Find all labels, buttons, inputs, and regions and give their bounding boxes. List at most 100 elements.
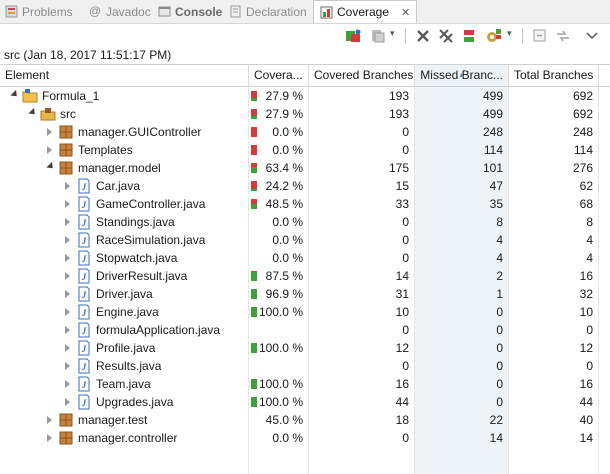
element-name: Driver.java [96, 287, 153, 301]
table-row[interactable]: J Car.java 24.2 % 15 47 62 [0, 177, 610, 195]
tab-declaration[interactable]: Declaration [229, 0, 307, 23]
chevron-down-icon[interactable]: ▾ [507, 28, 523, 44]
collapsed-twisty-icon[interactable] [65, 380, 70, 388]
total-branches: 12 [579, 341, 593, 355]
collapsed-twisty-icon[interactable] [65, 200, 70, 208]
table-row[interactable]: Formula_1 27.9 % 193 499 692 [0, 87, 610, 105]
collapsed-twisty-icon[interactable] [65, 308, 70, 316]
java-file-icon: J [76, 375, 92, 393]
coverage-percent: 100.0 % [258, 341, 303, 355]
table-row[interactable]: manager.test 45.0 % 18 22 40 [0, 411, 610, 429]
view-menu-icon[interactable] [584, 28, 600, 44]
collapse-all-icon[interactable] [532, 28, 548, 44]
collapsed-twisty-icon[interactable] [47, 146, 52, 154]
element-name: Formula_1 [42, 89, 100, 103]
table-row[interactable]: J Stopwatch.java 0.0 % 0 4 4 [0, 249, 610, 267]
collapsed-twisty-icon[interactable] [65, 398, 70, 406]
table-row[interactable]: J Engine.java 100.0 % 10 0 10 [0, 303, 610, 321]
java-file-icon: J [76, 285, 92, 303]
tab-problems[interactable]: Problems [5, 0, 73, 23]
collapsed-twisty-icon[interactable] [65, 236, 70, 244]
table-row[interactable]: manager.GUIController 0.0 % 0 248 248 [0, 123, 610, 141]
missed-branches: 114 [483, 143, 503, 157]
table-row[interactable]: J Upgrades.java 100.0 % 44 0 44 [0, 393, 610, 411]
column-header-covered-branches[interactable]: Covered Branches [309, 65, 415, 86]
dump-execution-data-icon[interactable] [370, 28, 386, 44]
tab-label: Declaration [246, 4, 307, 19]
element-name: manager.controller [78, 431, 178, 445]
total-branches: 114 [573, 143, 593, 157]
collapsed-twisty-icon[interactable] [65, 326, 70, 334]
select-session-icon[interactable] [486, 28, 502, 44]
merge-sessions-icon[interactable] [462, 28, 478, 44]
collapsed-twisty-icon[interactable] [47, 128, 52, 136]
collapsed-twisty-icon[interactable] [65, 362, 70, 370]
expanded-twisty-icon[interactable] [46, 161, 56, 172]
table-row[interactable]: manager.controller 0.0 % 0 14 14 [0, 429, 610, 447]
collapsed-twisty-icon[interactable] [65, 272, 70, 280]
table-row[interactable]: J Driver.java 96.9 % 31 1 32 [0, 285, 610, 303]
expanded-twisty-icon[interactable] [28, 107, 38, 118]
table-row[interactable]: J Team.java 100.0 % 16 0 16 [0, 375, 610, 393]
table-row[interactable]: J DriverResult.java 87.5 % 14 2 16 [0, 267, 610, 285]
covered-branches: 44 [395, 395, 409, 409]
covered-branches: 175 [388, 161, 409, 175]
relaunch-coverage-icon[interactable] [345, 28, 361, 44]
svg-text:J: J [81, 326, 87, 336]
tab-coverage[interactable]: Coverage ✕ [313, 0, 418, 23]
collapsed-twisty-icon[interactable] [65, 290, 70, 298]
total-branches: 40 [579, 413, 593, 427]
sort-indicator-icon: ▲ [458, 72, 465, 79]
toolbar-separator [405, 28, 406, 44]
total-branches: 692 [572, 89, 593, 103]
table-row[interactable]: JformulaApplication.java 0 0 0 [0, 321, 610, 339]
java-file-icon: J [76, 267, 92, 285]
collapsed-twisty-icon[interactable] [47, 416, 52, 424]
coverage-percent: 0.0 % [272, 251, 303, 265]
table-row[interactable]: Templates 0.0 % 0 114 114 [0, 141, 610, 159]
coverage-percent: 0.0 % [272, 143, 303, 157]
missed-branches: 248 [482, 125, 503, 139]
remove-all-sessions-icon[interactable] [438, 28, 454, 44]
svg-text:J: J [81, 272, 87, 282]
missed-branches: 35 [489, 197, 503, 211]
coverage-percent [248, 357, 308, 375]
total-branches: 4 [586, 251, 593, 265]
collapsed-twisty-icon[interactable] [65, 182, 70, 190]
close-tab-icon[interactable]: ✕ [401, 6, 410, 19]
coverage-percent: 27.9 % [265, 89, 303, 103]
coverage-percent: 63.4 % [265, 161, 303, 175]
table-row[interactable]: J RaceSimulation.java 0.0 % 0 4 4 [0, 231, 610, 249]
column-header-total-branches[interactable]: Total Branches [509, 65, 599, 86]
chevron-down-icon[interactable]: ▾ [390, 28, 406, 44]
table-row[interactable]: J GameController.java 48.5 % 33 35 68 [0, 195, 610, 213]
covered-branches: 12 [395, 341, 409, 355]
collapsed-twisty-icon[interactable] [65, 344, 70, 352]
column-header-element[interactable]: Element [0, 65, 249, 86]
covered-branches: 31 [395, 287, 409, 301]
missed-branches: 1 [496, 287, 503, 301]
collapsed-twisty-icon[interactable] [65, 218, 70, 226]
covered-branches: 0 [402, 143, 409, 157]
expanded-twisty-icon[interactable] [10, 89, 20, 100]
tab-label: Coverage [337, 5, 390, 19]
element-name: Engine.java [96, 305, 159, 319]
remove-session-icon[interactable] [415, 28, 431, 44]
svg-text:J: J [81, 380, 87, 390]
table-row[interactable]: manager.model 63.4 % 175 101 276 [0, 159, 610, 177]
link-with-editor-icon[interactable] [555, 28, 571, 44]
column-header-missed-branches[interactable]: ▲ Missed Branc... [415, 65, 509, 86]
table-row[interactable]: J Standings.java 0.0 % 0 8 8 [0, 213, 610, 231]
collapsed-twisty-icon[interactable] [47, 434, 52, 442]
table-row[interactable]: J Profile.java 100.0 % 12 0 12 [0, 339, 610, 357]
element-name: manager.GUIController [78, 125, 202, 139]
tab-console[interactable]: Console [158, 0, 222, 23]
table-row[interactable]: src 27.9 % 193 499 692 [0, 105, 610, 123]
svg-text:J: J [81, 362, 87, 372]
tab-label: Javadoc [106, 4, 151, 19]
package-icon [58, 141, 74, 159]
table-row[interactable]: J Results.java 0 0 0 [0, 357, 610, 375]
column-header-coverage[interactable]: Covera... [249, 65, 309, 86]
tab-javadoc[interactable]: @ Javadoc [89, 0, 151, 23]
collapsed-twisty-icon[interactable] [65, 254, 70, 262]
